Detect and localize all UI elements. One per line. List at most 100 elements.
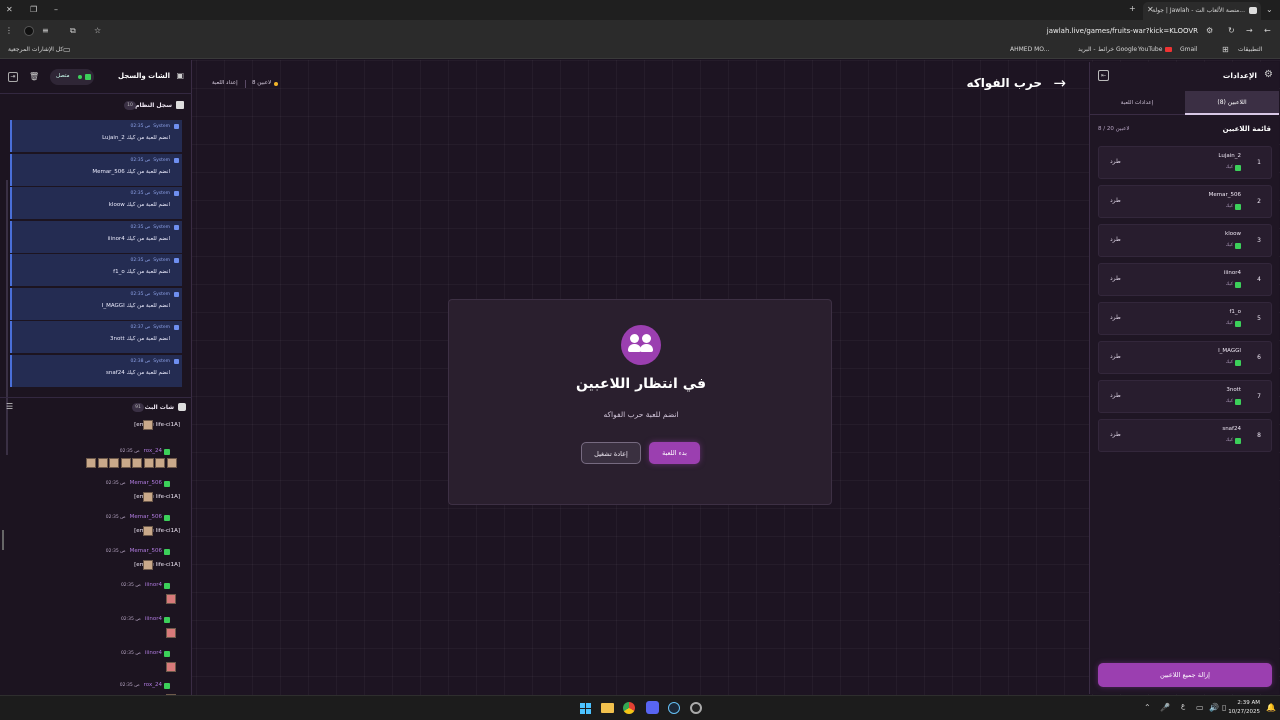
chat-time: 02:35 ص (120, 617, 141, 622)
player-platform: كيك (1225, 204, 1233, 209)
game-settings-link[interactable]: إعداد اللعبة (212, 80, 238, 86)
kick-player-button[interactable]: طرد (1110, 314, 1121, 321)
log-source: System (153, 224, 170, 230)
log-icon (176, 101, 184, 109)
kick-player-button[interactable]: طرد (1110, 392, 1121, 399)
menu-lines-icon[interactable]: ☰ (6, 402, 13, 412)
tab-search-chevron-icon[interactable]: ⌄ (1266, 5, 1273, 15)
log-source: System (153, 157, 170, 163)
bookmark-apps[interactable]: التطبيقات (1238, 46, 1262, 53)
remove-all-players-button[interactable]: إزالة جميع اللاعبين (1098, 663, 1272, 687)
chat-name: iiinor4 (144, 650, 162, 656)
player-name: kloow (1225, 231, 1241, 237)
player-platform: كيك (1225, 243, 1233, 248)
tab-players[interactable]: اللاعبين (8) (1185, 91, 1279, 115)
emote-icon (166, 594, 176, 604)
log-text: Memar_506 انضم للعبة من كيك (92, 168, 170, 175)
volume-icon[interactable]: 🔊 (1209, 703, 1219, 713)
log-source: System (153, 191, 170, 196)
tab-game-settings[interactable]: إعدادات اللعبة (1090, 91, 1184, 115)
live-chat-header[interactable]: ☰ شات البث 91 (0, 397, 192, 415)
chat-username: 02:35 ص Memar_506 (106, 514, 162, 520)
emote-icon (155, 458, 165, 468)
bookmark-gmail[interactable]: Gmail (1180, 46, 1198, 53)
bookmark-star-icon[interactable]: ☆ (94, 26, 101, 36)
chat-username: 02:35 ص iiinor4 (121, 582, 162, 588)
minimize-window-icon[interactable]: – (54, 5, 58, 15)
restore-window-icon[interactable]: ❐ (30, 5, 37, 15)
back-icon[interactable]: ← (1264, 26, 1271, 36)
chat-username: 02:35 ص Memar_506 (106, 480, 162, 486)
kick-icon (164, 515, 170, 521)
kick-player-button[interactable]: طرد (1110, 236, 1121, 243)
kick-player-button[interactable]: طرد (1110, 353, 1121, 360)
log-text: 3nott انضم للعبة من كيك (110, 336, 170, 342)
downloads-icon[interactable]: ⧉ (70, 26, 76, 36)
site-info-icon[interactable]: ⚙ (1206, 26, 1213, 36)
players-group-icon (621, 325, 661, 365)
windows-start-icon[interactable] (580, 703, 591, 714)
bookmark-maps[interactable]: خرائط Google (1098, 46, 1137, 53)
active-tab[interactable]: ✕ جولة | Jawlah - منصة الألعاب الت... (1143, 2, 1261, 20)
chat-panel-header: ⇥ 🗑 متصل الشات والسجل ▣ (0, 60, 192, 94)
clock-date[interactable]: 10/27/2025 (1226, 709, 1260, 715)
chat-name: Memar_506 (129, 514, 162, 520)
new-tab-icon[interactable]: + (1129, 4, 1136, 14)
log-entry: 02:35 ص System I_MAGGI انضم للعبة من كيك (10, 287, 182, 320)
chat-message: 02:35 ص iiinor4 (0, 616, 182, 646)
close-window-icon[interactable]: ✕ (6, 5, 13, 15)
profile-avatar[interactable] (24, 26, 34, 36)
tray-chevron-icon[interactable]: ⌃ (1144, 703, 1151, 713)
back-arrow-icon[interactable]: → (1053, 74, 1066, 92)
all-bookmarks[interactable]: كل الإشارات المرجعية (8, 46, 63, 53)
log-meta: 02:35 ص System (130, 258, 170, 263)
trash-icon[interactable]: 🗑 (29, 72, 39, 82)
kick-player-button[interactable]: طرد (1110, 431, 1121, 438)
chat-message: 02:35 ص Memar_506 [emote life-ci1A] (0, 480, 182, 510)
player-number: 6 (1257, 354, 1261, 361)
chat-time: 02:35 ص (119, 449, 140, 454)
bookmark-mail[interactable]: البريد - (1078, 46, 1096, 53)
notifications-icon[interactable]: 🔔 (1266, 703, 1276, 713)
url-text[interactable]: jawlah.live/games/fruits-war?kick=KLOOVR (1047, 27, 1198, 35)
chat-username: 02:35 ص iiinor4 (121, 650, 162, 656)
emote-icon (166, 458, 177, 468)
extensions-icon[interactable]: ≡ (42, 26, 49, 36)
kick-player-button[interactable]: طرد (1110, 275, 1121, 282)
kick-icon (1235, 243, 1241, 249)
language-indicator[interactable]: ع (1181, 702, 1185, 710)
system-log-header[interactable]: سجل النظام 10 (0, 98, 192, 114)
log-entry: 02:35 ص System Memar_506 انضم للعبة من كي… (10, 153, 182, 186)
restart-button[interactable]: إعادة تشغيل (581, 442, 641, 464)
log-text: I_MAGGI انضم للعبة من كيك (101, 302, 170, 309)
kick-player-button[interactable]: طرد (1110, 197, 1121, 204)
player-name: Lujain_2 (1218, 153, 1241, 159)
file-explorer-icon[interactable] (601, 703, 614, 713)
player-name: iiinor4 (1223, 270, 1241, 276)
chat-username: 02:35 ص Memar_506 (106, 548, 162, 554)
collapse-settings-icon[interactable]: ⇤ (1098, 70, 1109, 81)
discord-icon[interactable] (646, 701, 659, 714)
browser-menu-icon[interactable]: ⋮ (5, 26, 13, 36)
log-text: Lujain_2 انضم للعبة من كيك (102, 135, 170, 141)
steam-icon[interactable] (668, 702, 680, 714)
bookmarks-folder-icon[interactable]: ▭ (63, 45, 71, 55)
mic-icon[interactable]: 🎤 (1160, 703, 1170, 713)
start-game-button[interactable]: بدء اللعبة (649, 442, 700, 464)
collapse-panel-icon[interactable]: ⇥ (8, 72, 18, 82)
app-icon[interactable] (690, 702, 702, 714)
chrome-icon[interactable] (623, 702, 635, 714)
status-text: متصل (56, 73, 70, 79)
chat-scrollbar[interactable] (2, 530, 4, 550)
bookmark-ahmed[interactable]: AHMED MO... (1010, 46, 1050, 53)
player-name: Memar_506 (1208, 192, 1241, 198)
network-icon[interactable]: ▭ (1196, 703, 1204, 713)
kick-icon (1235, 321, 1241, 327)
kick-player-button[interactable]: طرد (1110, 158, 1121, 165)
clock-time[interactable]: 2:39 AM (1232, 700, 1260, 706)
tab-title: جولة | Jawlah - منصة الألعاب الت... (1152, 7, 1245, 14)
bookmark-youtube[interactable]: YouTube (1138, 46, 1162, 53)
chat-text: [emote life-ci1A] (134, 494, 180, 500)
reload-icon[interactable]: ↻ (1228, 26, 1235, 36)
forward-icon[interactable]: → (1246, 26, 1253, 36)
